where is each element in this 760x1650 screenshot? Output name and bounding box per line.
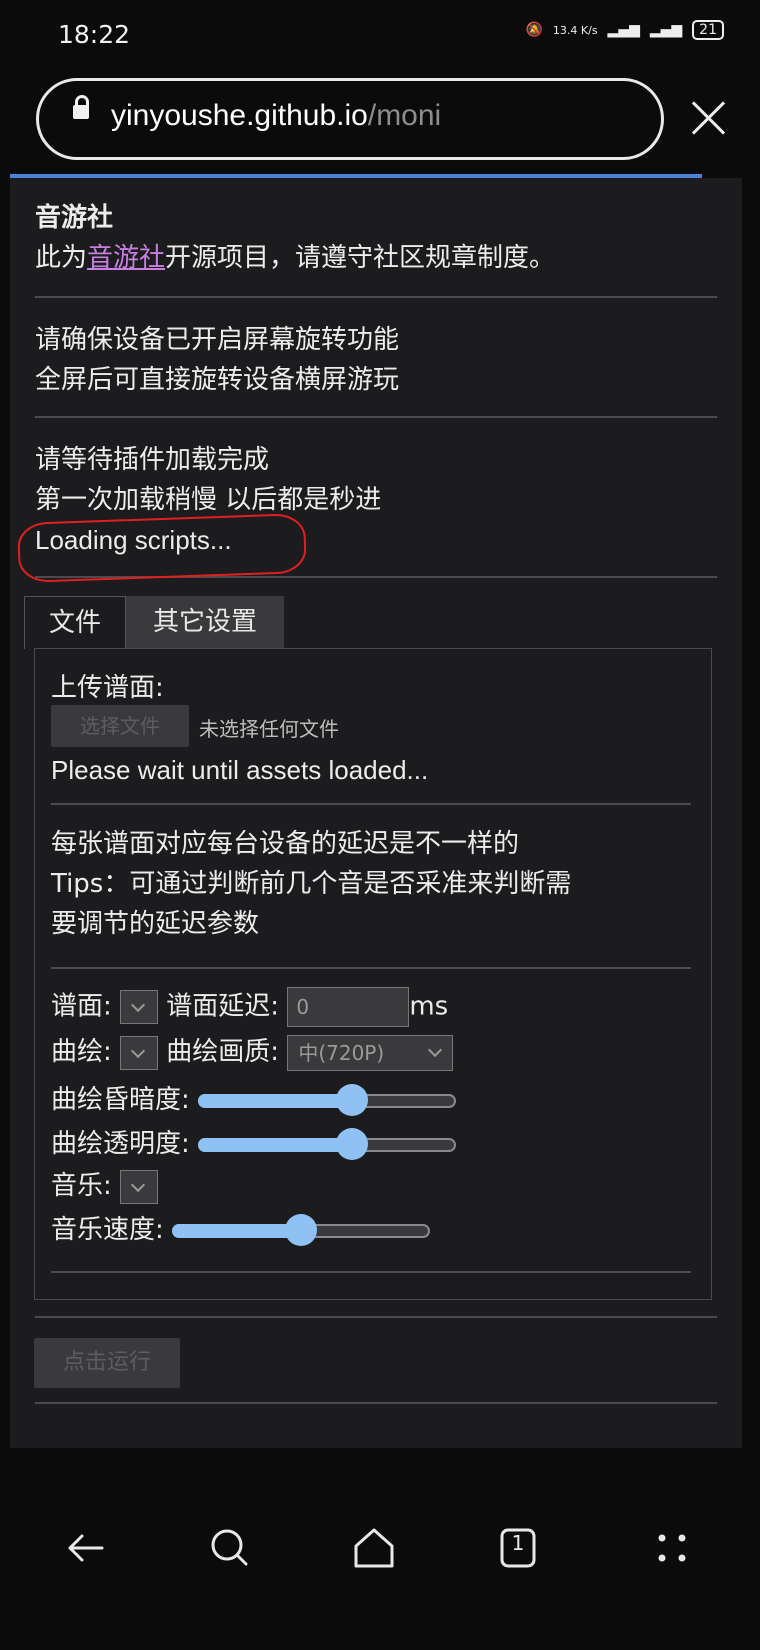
opacity-label: 曲绘透明度: bbox=[51, 1129, 190, 1159]
chart-select[interactable] bbox=[120, 990, 159, 1024]
rotate-line-2: 全屏后可直接旋转设备横屏游玩 bbox=[35, 365, 400, 395]
intro-prefix: 此为 bbox=[35, 243, 88, 273]
signal-icon-2: ▂▄▆ bbox=[649, 22, 683, 38]
speed-slider[interactable] bbox=[172, 1213, 431, 1246]
divider bbox=[35, 296, 717, 298]
back-icon[interactable] bbox=[56, 1518, 116, 1578]
speed-slider-thumb[interactable] bbox=[285, 1213, 318, 1246]
run-button[interactable]: 点击运行 bbox=[34, 1338, 180, 1388]
intro-line: 此为音游社开源项目，请遵守社区规章制度。 bbox=[35, 238, 555, 278]
tips-line-3: 要调节的延迟参数 bbox=[51, 909, 260, 939]
status-icons: 🔕 13.4 K/s ▂▄▆ ▂▄▆ 21 bbox=[525, 20, 724, 40]
intro-section: 音游社 此为音游社开源项目，请遵守社区规章制度。 bbox=[35, 198, 555, 278]
assets-wait-text: Please wait until assets loaded... bbox=[51, 755, 429, 785]
opacity-slider-thumb[interactable] bbox=[336, 1127, 369, 1160]
loading-line-1: 请等待插件加载完成 bbox=[35, 445, 270, 475]
divider bbox=[35, 1316, 717, 1318]
delay-unit: ms bbox=[409, 991, 449, 1022]
status-bar: 18:22 🔕 13.4 K/s ▂▄▆ ▂▄▆ 21 bbox=[0, 0, 760, 72]
dim-slider[interactable] bbox=[198, 1083, 457, 1116]
url-host: yinyoushe.github.io bbox=[111, 99, 368, 132]
tab-count: 1 bbox=[511, 1531, 525, 1555]
file-panel: 上传谱面: 选择文件 未选择任何文件 Please wait until ass… bbox=[34, 648, 712, 1300]
url-text: yinyoushe.github.io/moni bbox=[111, 99, 441, 133]
quality-label: 曲绘画质: bbox=[166, 1037, 280, 1067]
speed-label: 音乐速度: bbox=[51, 1215, 164, 1245]
speed-row: 音乐速度: bbox=[51, 1211, 431, 1249]
opacity-slider-fill bbox=[198, 1137, 351, 1152]
divider bbox=[51, 1271, 691, 1273]
upload-label: 上传谱面: bbox=[51, 673, 164, 703]
loading-line-2: 第一次加载稍慢 以后都是秒进 bbox=[35, 485, 382, 515]
dim-label: 曲绘昏暗度: bbox=[51, 1085, 190, 1115]
delay-input[interactable]: 0 bbox=[287, 987, 410, 1027]
divider bbox=[51, 967, 691, 969]
url-bar[interactable]: yinyoushe.github.io/moni bbox=[36, 78, 664, 160]
dim-slider-thumb[interactable] bbox=[336, 1083, 369, 1116]
dim-row: 曲绘昏暗度: bbox=[51, 1081, 457, 1119]
no-file-text: 未选择任何文件 bbox=[199, 717, 339, 741]
speed-slider-fill bbox=[172, 1223, 300, 1238]
annotation-circle bbox=[17, 512, 307, 584]
illust-label: 曲绘: bbox=[51, 1037, 112, 1067]
delay-label: 谱面延迟: bbox=[166, 991, 280, 1022]
illust-select[interactable] bbox=[120, 1035, 159, 1070]
battery-indicator: 21 bbox=[692, 20, 724, 40]
home-icon[interactable] bbox=[344, 1518, 404, 1578]
dim-slider-fill bbox=[198, 1093, 351, 1108]
opacity-slider[interactable] bbox=[198, 1127, 457, 1160]
tips-line-2: Tips：可通过判断前几个音是否采准来判断需 bbox=[51, 869, 572, 899]
page-title: 音游社 bbox=[35, 203, 114, 233]
net-speed: 13.4 K/s bbox=[552, 23, 598, 37]
tips-line-1: 每张谱面对应每台设备的延迟是不一样的 bbox=[51, 829, 520, 859]
intro-suffix: 开源项目，请遵守社区规章制度。 bbox=[165, 243, 556, 273]
music-row: 音乐: bbox=[51, 1167, 159, 1205]
browser-nav-bar: 1 bbox=[0, 1468, 760, 1650]
music-select[interactable] bbox=[120, 1169, 159, 1204]
opacity-row: 曲绘透明度: bbox=[51, 1125, 457, 1163]
divider bbox=[51, 803, 691, 805]
menu-icon[interactable] bbox=[642, 1518, 702, 1578]
chart-delay-row: 谱面: 谱面延迟: 0 ms bbox=[51, 987, 448, 1027]
divider bbox=[35, 416, 717, 418]
illust-quality-row: 曲绘: 曲绘画质: 中(720P) bbox=[51, 1033, 454, 1071]
close-icon[interactable] bbox=[688, 96, 728, 140]
community-link[interactable]: 音游社 bbox=[87, 243, 165, 273]
signal-icon: ▂▄▆ bbox=[607, 22, 640, 38]
tab-other-settings[interactable]: 其它设置 bbox=[126, 596, 284, 648]
chart-label: 谱面: bbox=[51, 991, 112, 1022]
rotate-note: 请确保设备已开启屏幕旋转功能 全屏后可直接旋转设备横屏游玩 bbox=[35, 320, 399, 400]
url-path: /moni bbox=[367, 99, 442, 132]
music-label: 音乐: bbox=[51, 1171, 112, 1201]
tab-file[interactable]: 文件 bbox=[24, 596, 126, 649]
choose-file-button[interactable]: 选择文件 bbox=[51, 705, 189, 747]
divider bbox=[35, 1402, 717, 1404]
rotate-line-1: 请确保设备已开启屏幕旋转功能 bbox=[35, 325, 400, 355]
status-time: 18:22 bbox=[58, 20, 131, 49]
mute-icon: 🔕 bbox=[525, 22, 543, 38]
lock-icon bbox=[73, 95, 89, 119]
search-icon[interactable] bbox=[200, 1518, 260, 1578]
quality-select[interactable]: 中(720P) bbox=[287, 1034, 454, 1071]
